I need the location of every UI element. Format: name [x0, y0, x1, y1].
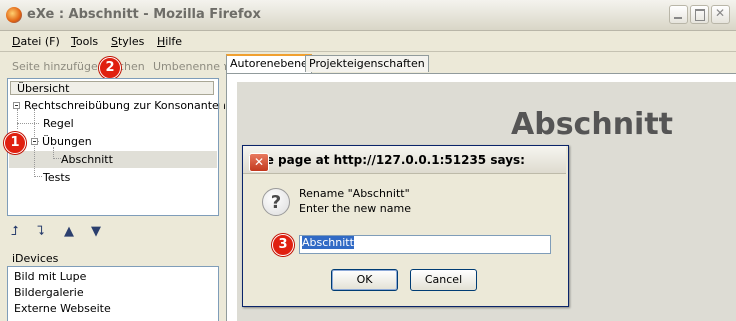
demote-down-icon[interactable]: ⮧	[37, 224, 45, 239]
dialog-close-button[interactable]	[249, 153, 269, 172]
selected-row-highlight	[9, 151, 217, 168]
idevice-item[interactable]: Externe Webseite	[14, 302, 111, 315]
promote-up-icon[interactable]: ⮥	[11, 224, 19, 239]
question-icon: ?	[262, 188, 290, 216]
move-down-icon[interactable]: ▼	[91, 224, 101, 239]
ok-button[interactable]: OK	[331, 269, 398, 291]
annotation-badge-1: 1	[4, 132, 26, 154]
rename-input-value: Abschnitt	[302, 236, 354, 249]
cancel-button[interactable]: Cancel	[410, 269, 477, 291]
tab-autorenebene[interactable]: Autorenebene	[226, 54, 312, 73]
add-page-button[interactable]: Seite hinzufügen	[12, 60, 105, 73]
outline-header: Übersicht	[10, 81, 214, 95]
page-title: Abschnitt	[511, 107, 674, 142]
tree-node-abschnitt[interactable]: Abschnitt	[61, 153, 113, 166]
rename-button[interactable]: Umbenennen	[153, 60, 227, 73]
tree-node-root[interactable]: Rechtschreibübung zur Konsonanten...	[24, 99, 236, 112]
outline-move-buttons: ⮥ ⮧ ▲ ▼	[7, 224, 217, 242]
dialog-title: The page at http://127.0.0.1:51235 says:	[249, 153, 525, 167]
firefox-logo-icon	[6, 7, 22, 23]
dialog-message-line1: Rename "Abschnitt"	[299, 187, 410, 200]
idevice-item[interactable]: Bild mit Lupe	[14, 270, 86, 283]
delete-page-button[interactable]: chen	[118, 60, 145, 73]
annotation-badge-2: 2	[99, 57, 121, 79]
window-title: eXe : Abschnitt - Mozilla Firefox	[27, 7, 261, 22]
window-titlebar: eXe : Abschnitt - Mozilla Firefox	[0, 0, 736, 31]
menu-styles[interactable]: Styles	[111, 35, 144, 48]
outline-tree: Übersicht Rechtschreibübung zur Konsonan…	[7, 78, 236, 216]
tree-node-uebungen[interactable]: Übungen	[42, 135, 92, 148]
tree-node-regel[interactable]: Regel	[43, 117, 74, 130]
collapse-uebungen-icon[interactable]	[31, 138, 38, 145]
rename-input[interactable]: Abschnitt	[299, 235, 551, 254]
idevices-list: Bild mit Lupe Bildergalerie Externe Webs…	[7, 266, 219, 321]
tab-projekteigenschaften[interactable]: Projekteigenschaften	[305, 55, 429, 72]
menu-tools[interactable]: Tools	[71, 35, 98, 48]
panel-splitter[interactable]	[220, 54, 224, 320]
menu-hilfe[interactable]: Hilfe	[157, 35, 182, 48]
menu-datei[interactable]: Datei (F)	[12, 35, 60, 48]
dialog-message-line2: Enter the new name	[299, 202, 411, 215]
rename-dialog: The page at http://127.0.0.1:51235 says:…	[242, 145, 569, 307]
annotation-badge-3: 3	[272, 234, 294, 256]
move-up-icon[interactable]: ▲	[64, 224, 74, 239]
menu-bar: Datei (F) Tools Styles Hilfe	[0, 31, 736, 52]
dialog-titlebar: The page at http://127.0.0.1:51235 says:	[243, 146, 566, 174]
tree-node-tests[interactable]: Tests	[43, 171, 70, 184]
collapse-root-icon[interactable]	[13, 102, 20, 109]
maximize-button[interactable]	[690, 5, 709, 24]
idevice-item[interactable]: Bildergalerie	[14, 286, 84, 299]
close-window-button[interactable]	[711, 5, 730, 24]
idevices-label: iDevices	[12, 252, 59, 265]
minimize-button[interactable]	[669, 5, 688, 24]
